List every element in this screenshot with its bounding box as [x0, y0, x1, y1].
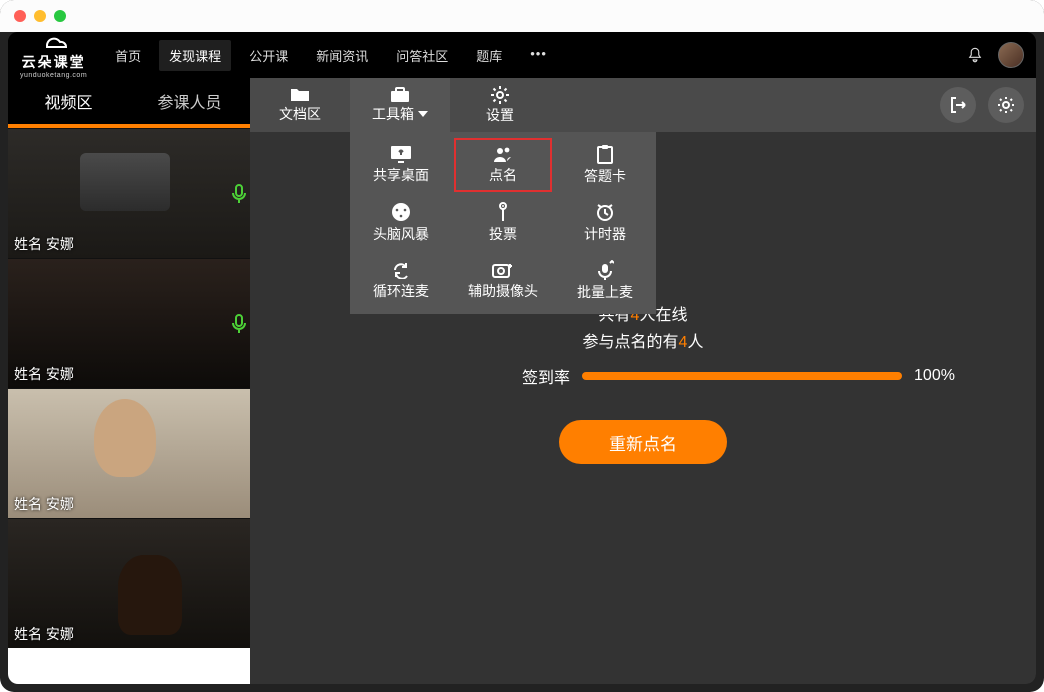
dd-timer[interactable]: 计时器 [554, 194, 656, 252]
minimize-window-button[interactable] [34, 10, 46, 22]
signin-progress-fill [582, 372, 902, 380]
video-name-2: 姓名 安娜 [14, 364, 74, 384]
nav-discover[interactable]: 发现课程 [159, 40, 231, 71]
camera-plus-icon [492, 261, 514, 279]
mic-up-icon [596, 260, 614, 280]
tool-doc-area[interactable]: 文档区 [250, 78, 350, 132]
dd-rollcall[interactable]: 点名 [452, 136, 554, 194]
nav-more[interactable]: ••• [520, 40, 557, 71]
nav-qa[interactable]: 问答社区 [386, 40, 458, 71]
app-body: 云朵课堂 yunduoketang.com 首页 发现课程 公开课 新闻资讯 问… [8, 32, 1036, 684]
tab-participants[interactable]: 参课人员 [129, 78, 250, 124]
video-name-1: 姓名 安娜 [14, 234, 74, 254]
exit-button[interactable] [940, 87, 976, 123]
brand-logo[interactable]: 云朵课堂 yunduoketang.com [20, 32, 87, 79]
hand-tap-icon [494, 202, 512, 222]
monitor-share-icon [390, 145, 412, 163]
briefcase-icon [390, 86, 410, 104]
gear-icon [997, 96, 1015, 114]
close-window-button[interactable] [14, 10, 26, 22]
topnav-right [966, 42, 1024, 68]
mac-titlebar [0, 0, 1044, 32]
maximize-window-button[interactable] [54, 10, 66, 22]
empty-video-slot [8, 648, 250, 684]
redo-rollcall-button[interactable]: 重新点名 [559, 420, 727, 464]
video-tile-2[interactable]: 姓名 安娜 [8, 258, 250, 388]
nav-public[interactable]: 公开课 [239, 40, 298, 71]
mic-on-icon [232, 184, 246, 204]
dd-share-screen[interactable]: 共享桌面 [350, 136, 452, 194]
video-tile-1[interactable]: 姓名 安娜 [8, 128, 250, 258]
nav-bank[interactable]: 题库 [466, 40, 512, 71]
rollcall-result: 共有4人在线 参与点名的有4人 签到率 100% 重新点名 [250, 302, 1036, 464]
toolbox-dropdown: 共享桌面 点名 答题卡 头脑风暴 [350, 132, 656, 314]
video-tile-4[interactable]: 姓名 安娜 [8, 518, 250, 648]
dd-brainstorm[interactable]: 头脑风暴 [350, 194, 452, 252]
folder-icon [290, 86, 310, 104]
signin-progress [582, 372, 902, 380]
tool-doc-label: 文档区 [279, 104, 321, 124]
signin-rate-label: 签到率 [522, 364, 570, 388]
brand-name: 云朵课堂 [22, 54, 86, 70]
app-window: 云朵课堂 yunduoketang.com 首页 发现课程 公开课 新闻资讯 问… [0, 0, 1044, 692]
video-name-4: 姓名 安娜 [14, 624, 74, 644]
brand-sub: yunduoketang.com [20, 72, 87, 79]
top-nav: 云朵课堂 yunduoketang.com 首页 发现课程 公开课 新闻资讯 问… [8, 32, 1036, 78]
loop-icon [391, 261, 411, 279]
signin-rate-pct: 100% [914, 367, 955, 385]
bell-icon[interactable] [966, 46, 984, 64]
user-avatar[interactable] [998, 42, 1024, 68]
tool-settings-label: 设置 [486, 105, 514, 125]
main-panel: 文档区 工具箱 设置 [250, 78, 1036, 684]
mic-on-icon [232, 314, 246, 334]
nav-home[interactable]: 首页 [105, 40, 151, 71]
nav-links: 首页 发现课程 公开课 新闻资讯 问答社区 题库 ••• [105, 40, 557, 71]
video-tile-3[interactable]: 姓名 安娜 [8, 388, 250, 518]
main-toolbar: 文档区 工具箱 设置 [250, 78, 1036, 132]
dd-loop-mic[interactable]: 循环连麦 [350, 252, 452, 310]
dd-aux-camera[interactable]: 辅助摄像头 [452, 252, 554, 310]
signin-rate-row: 签到率 100% [290, 364, 996, 388]
gear-icon [490, 85, 510, 105]
video-list: 姓名 安娜 姓名 安娜 姓名 安娜 姓名 安娜 [8, 128, 250, 684]
dd-answer-card[interactable]: 答题卡 [554, 136, 656, 194]
people-icon [492, 145, 514, 163]
film-icon [391, 202, 411, 222]
cloud-icon [36, 32, 72, 52]
dd-batch-mic[interactable]: 批量上麦 [554, 252, 656, 310]
video-name-3: 姓名 安娜 [14, 494, 74, 514]
sidebar: 视频区 参课人员 姓名 安娜 姓名 安娜 [8, 78, 250, 684]
clipboard-icon [596, 144, 614, 164]
content-area: 视频区 参课人员 姓名 安娜 姓名 安娜 [8, 78, 1036, 684]
sidebar-tabs: 视频区 参课人员 [8, 78, 250, 128]
tab-video-area[interactable]: 视频区 [8, 78, 129, 124]
tool-toolbox-label: 工具箱 [372, 104, 428, 124]
chevron-down-icon [418, 111, 428, 117]
toolbar-right [940, 78, 1036, 132]
nav-news[interactable]: 新闻资讯 [306, 40, 378, 71]
settings-button[interactable] [988, 87, 1024, 123]
alarm-icon [595, 202, 615, 222]
attended-line: 参与点名的有4人 [290, 329, 996, 356]
exit-icon [949, 96, 967, 114]
tool-settings[interactable]: 设置 [450, 78, 550, 132]
tool-toolbox[interactable]: 工具箱 [350, 78, 450, 132]
dd-vote[interactable]: 投票 [452, 194, 554, 252]
